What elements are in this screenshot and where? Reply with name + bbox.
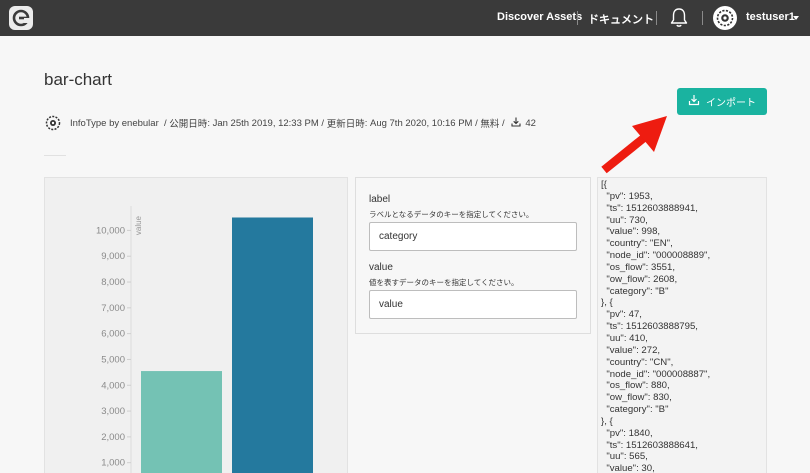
y-tick-label: 3,000 bbox=[101, 406, 125, 417]
author-name[interactable]: InfoType by enebular bbox=[70, 118, 159, 129]
download-icon bbox=[511, 117, 521, 130]
y-tick-label: 4,000 bbox=[101, 380, 125, 391]
nav-separator bbox=[577, 11, 578, 25]
y-tick-label: 1,000 bbox=[101, 458, 125, 469]
bar bbox=[141, 371, 222, 473]
sample-json: [{ "pv": 1953, "ts": 1512603888941, "uu"… bbox=[601, 179, 711, 473]
import-button[interactable]: インポート bbox=[677, 88, 767, 115]
meta-separator: / bbox=[472, 117, 481, 129]
avatar[interactable] bbox=[713, 6, 737, 30]
meta-separator: / bbox=[158, 117, 170, 129]
label-key-input[interactable] bbox=[369, 222, 577, 251]
price: 無料 bbox=[480, 119, 500, 130]
label-field-help: ラベルとなるデータのキーを指定してください。 bbox=[369, 210, 534, 219]
published-label: 公開日時 bbox=[169, 119, 208, 130]
updated-date: Aug 7th 2020, 10:16 PM bbox=[369, 117, 473, 129]
y-axis-label: value bbox=[134, 215, 143, 235]
nav-docs[interactable]: ドキュメント bbox=[588, 11, 654, 27]
y-tick-label: 8,000 bbox=[101, 277, 125, 288]
published-date: Jan 25th 2019, 12:33 PM bbox=[212, 117, 319, 129]
label-field-label: label bbox=[369, 194, 391, 205]
updated-label: 更新日時 bbox=[326, 119, 365, 130]
download-count: 42 bbox=[525, 117, 536, 129]
y-tick-label: 5,000 bbox=[101, 354, 125, 365]
top-navbar: Discover Assets ドキュメント testuser1 bbox=[0, 0, 810, 36]
bar-chart: 1,000 2,000 3,000 4,000 5,000 6,000 7,000 8,000… bbox=[96, 206, 313, 473]
nav-separator bbox=[656, 11, 657, 25]
meta-separator: / bbox=[499, 117, 508, 129]
chart-preview: 1,000 2,000 3,000 4,000 5,000 6,000 7,000 8,000… bbox=[44, 177, 348, 473]
bar bbox=[232, 217, 313, 473]
y-tick-label: 10,000 bbox=[96, 225, 125, 236]
import-icon bbox=[688, 94, 700, 109]
value-key-input[interactable] bbox=[369, 290, 577, 319]
value-field-label: value bbox=[369, 262, 393, 273]
y-tick-label: 6,000 bbox=[101, 329, 125, 340]
y-tick-label: 9,000 bbox=[101, 251, 125, 262]
asset-meta: InfoType by enebular / 公開日時 : Jan 25th 2… bbox=[44, 114, 536, 132]
page-title: bar-chart bbox=[44, 70, 113, 89]
chevron-down-icon[interactable] bbox=[793, 16, 799, 20]
y-tick-label: 2,000 bbox=[101, 432, 125, 443]
enebular-logo-icon[interactable] bbox=[9, 6, 33, 30]
nav-discover-assets[interactable]: Discover Assets bbox=[497, 11, 582, 23]
import-button-label: インポート bbox=[706, 98, 756, 109]
red-arrow-icon bbox=[601, 116, 667, 174]
username[interactable]: testuser1 bbox=[746, 11, 795, 23]
value-field-help: 値を表すデータのキーを指定してください。 bbox=[369, 278, 519, 287]
nav-separator bbox=[702, 11, 703, 25]
divider bbox=[44, 155, 66, 156]
y-tick-label: 7,000 bbox=[101, 303, 125, 314]
settings-form: label ラベルとなるデータのキーを指定してください。 value 値を表すデ… bbox=[355, 177, 591, 334]
meta-separator: / bbox=[318, 117, 327, 129]
sample-data-panel[interactable]: [{ "pv": 1953, "ts": 1512603888941, "uu"… bbox=[597, 177, 767, 473]
bell-icon[interactable] bbox=[669, 7, 689, 29]
author-logo-icon bbox=[44, 114, 62, 132]
